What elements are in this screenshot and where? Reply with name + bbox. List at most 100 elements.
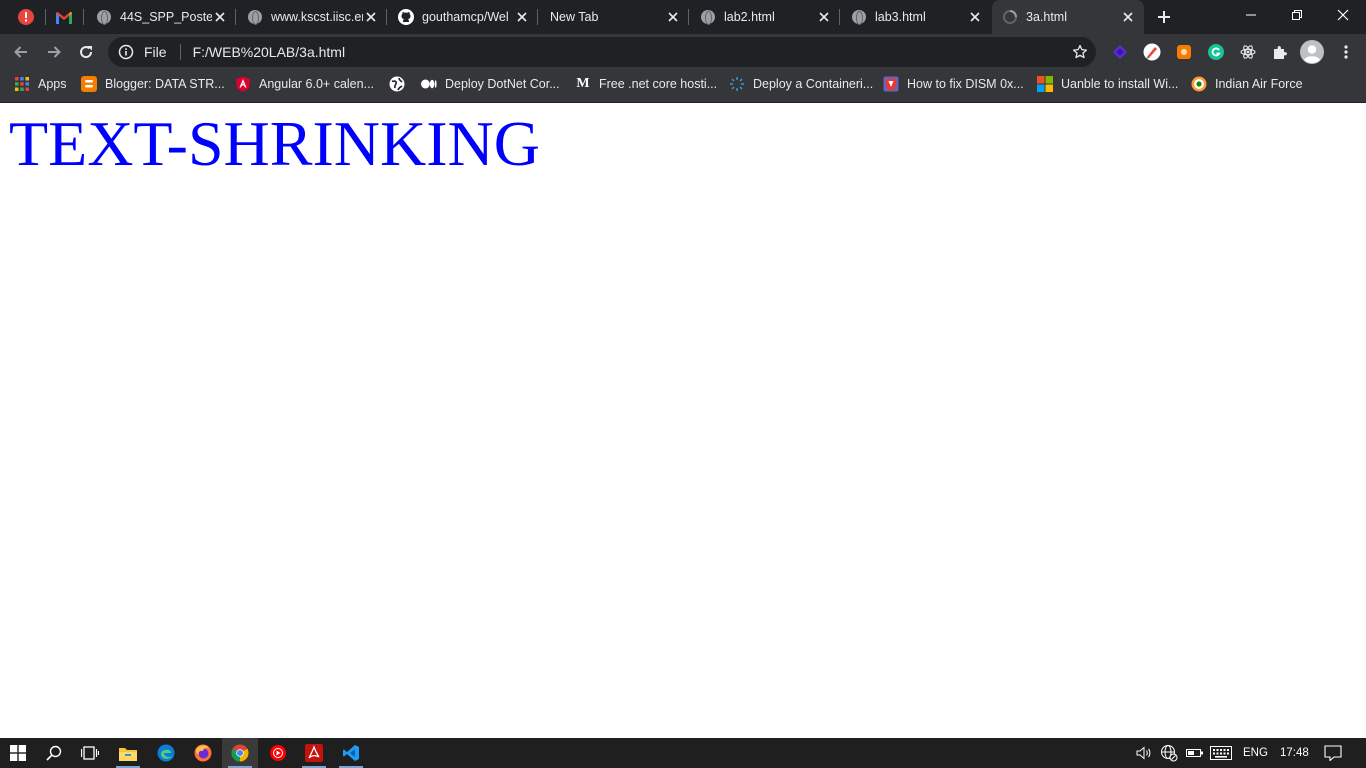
input-language-indicator[interactable]: ENG xyxy=(1243,738,1268,768)
bookmark-label: Indian Air Force xyxy=(1215,77,1303,91)
close-icon xyxy=(1337,9,1349,21)
tab-github-gouthamcp[interactable]: gouthamcp/Wel xyxy=(388,0,538,34)
taskbar-file-explorer[interactable] xyxy=(110,738,146,768)
globe-icon xyxy=(851,9,867,25)
notification-icon xyxy=(1324,745,1342,761)
taskbar-vscode[interactable] xyxy=(333,738,369,768)
network-icon[interactable] xyxy=(1160,738,1178,768)
loading-icon xyxy=(1002,9,1018,25)
browser-menu-button[interactable] xyxy=(1336,42,1356,62)
tab-44s-spp-poster[interactable]: 44S_SPP_Poster_ xyxy=(86,0,236,34)
tab-title: 3a.html xyxy=(1026,10,1067,24)
reload-button[interactable] xyxy=(72,38,100,66)
bookmark-label: Apps xyxy=(38,77,67,91)
tab-pinned-gmail[interactable] xyxy=(46,0,84,34)
touch-keyboard-icon[interactable] xyxy=(1210,738,1232,768)
bookmark-apps[interactable]: Apps xyxy=(14,70,67,98)
page-heading: TEXT-SHRINKING xyxy=(9,108,540,179)
tab-pinned-alert[interactable] xyxy=(8,0,46,34)
divider xyxy=(179,44,181,60)
back-arrow-icon xyxy=(14,46,27,58)
extension-orange-icon[interactable] xyxy=(1174,42,1194,62)
taskbar-edge[interactable] xyxy=(148,738,184,768)
clock[interactable]: 17:48 xyxy=(1280,738,1309,768)
blogger-icon xyxy=(81,76,97,92)
info-icon[interactable] xyxy=(118,44,134,60)
youtube-music-icon xyxy=(270,745,286,761)
apps-grid-icon xyxy=(14,76,30,92)
tab-lab3[interactable]: lab3.html xyxy=(841,0,991,34)
medium-m-icon: M xyxy=(576,76,590,91)
tab-title: lab2.html xyxy=(724,10,775,24)
shield-badge-icon xyxy=(883,76,899,92)
react-devtools-icon[interactable] xyxy=(1238,42,1258,62)
back-button[interactable] xyxy=(7,38,35,66)
extension-diamond-icon[interactable] xyxy=(1110,42,1130,62)
battery-icon[interactable] xyxy=(1186,738,1204,768)
taskbar-acrobat[interactable] xyxy=(296,738,332,768)
close-tab-icon[interactable] xyxy=(665,9,681,25)
globe-icon xyxy=(389,76,405,92)
close-tab-icon[interactable] xyxy=(816,9,832,25)
bookmark-unable-install[interactable]: Uanble to install Wi... xyxy=(1037,70,1178,98)
tab-lab2[interactable]: lab2.html xyxy=(690,0,840,34)
close-window-button[interactable] xyxy=(1320,0,1366,30)
search-button[interactable] xyxy=(36,738,72,768)
container-icon xyxy=(729,76,745,92)
taskbar-youtube-music[interactable] xyxy=(260,738,296,768)
restore-button[interactable] xyxy=(1274,0,1320,30)
tab-new-tab[interactable]: New Tab xyxy=(539,0,689,34)
profile-avatar[interactable] xyxy=(1300,40,1324,64)
bookmark-label: Deploy DotNet Cor... xyxy=(445,77,560,91)
taskbar-firefox[interactable] xyxy=(185,738,221,768)
bookmark-free-net-core[interactable]: M Free .net core hosti... xyxy=(575,70,717,98)
chrome-icon xyxy=(231,744,249,762)
tab-strip: 44S_SPP_Poster_ www.kscst.iisc.er goutha… xyxy=(0,0,1366,34)
bookmark-deploy-dotnet[interactable]: Deploy DotNet Cor... xyxy=(421,70,560,98)
extension-pen-icon[interactable] xyxy=(1142,42,1162,62)
bookmarks-bar: Apps Blogger: DATA STR... Angular 6.0+ c… xyxy=(0,70,1366,103)
bookmark-fix-dism[interactable]: How to fix DISM 0x... xyxy=(883,70,1024,98)
url-text[interactable]: F:/WEB%20LAB/3a.html xyxy=(193,44,346,60)
tab-kscst[interactable]: www.kscst.iisc.er xyxy=(237,0,387,34)
forward-button[interactable] xyxy=(40,38,68,66)
tab-3a-active[interactable]: 3a.html xyxy=(992,0,1144,34)
globe-icon xyxy=(96,9,112,25)
roundel-icon xyxy=(1191,76,1207,92)
bookmark-deploy-container[interactable]: Deploy a Containeri... xyxy=(729,70,873,98)
bookmark-star-icon[interactable] xyxy=(1072,44,1088,60)
close-tab-icon[interactable] xyxy=(967,9,983,25)
medium-icon xyxy=(421,76,437,92)
bookmark-label: Angular 6.0+ calen... xyxy=(259,77,375,91)
address-bar[interactable]: File F:/WEB%20LAB/3a.html xyxy=(108,37,1096,67)
bookmark-angular[interactable]: Angular 6.0+ calen... xyxy=(235,70,374,98)
close-tab-icon[interactable] xyxy=(1120,9,1136,25)
close-tab-icon[interactable] xyxy=(514,9,530,25)
kebab-menu-icon xyxy=(1344,45,1348,59)
new-tab-button[interactable] xyxy=(1152,5,1176,29)
acrobat-icon xyxy=(305,744,323,762)
browser-toolbar: File F:/WEB%20LAB/3a.html xyxy=(0,34,1366,70)
reload-icon xyxy=(80,46,93,59)
grammarly-icon[interactable] xyxy=(1206,42,1226,62)
close-tab-icon[interactable] xyxy=(363,9,379,25)
close-tab-icon[interactable] xyxy=(212,9,228,25)
taskbar-chrome[interactable] xyxy=(222,738,258,768)
url-scheme-label: File xyxy=(144,44,167,60)
windows-logo-icon xyxy=(10,745,26,761)
microsoft-icon xyxy=(1037,76,1053,92)
bookmark-indian-air-force[interactable]: Indian Air Force xyxy=(1191,70,1303,98)
alert-icon xyxy=(18,9,34,25)
restore-icon xyxy=(1292,10,1302,20)
tab-title: 44S_SPP_Poster_ xyxy=(120,10,212,24)
bookmark-globe[interactable] xyxy=(389,70,413,98)
extensions-puzzle-icon[interactable] xyxy=(1270,42,1290,62)
start-button[interactable] xyxy=(0,738,36,768)
tab-title: www.kscst.iisc.er xyxy=(271,10,363,24)
notification-center-button[interactable] xyxy=(1324,738,1342,768)
minimize-button[interactable] xyxy=(1228,0,1274,30)
angular-icon xyxy=(235,76,251,92)
task-view-button[interactable] xyxy=(72,738,108,768)
bookmark-blogger[interactable]: Blogger: DATA STR... xyxy=(81,70,225,98)
volume-icon[interactable] xyxy=(1136,738,1152,768)
